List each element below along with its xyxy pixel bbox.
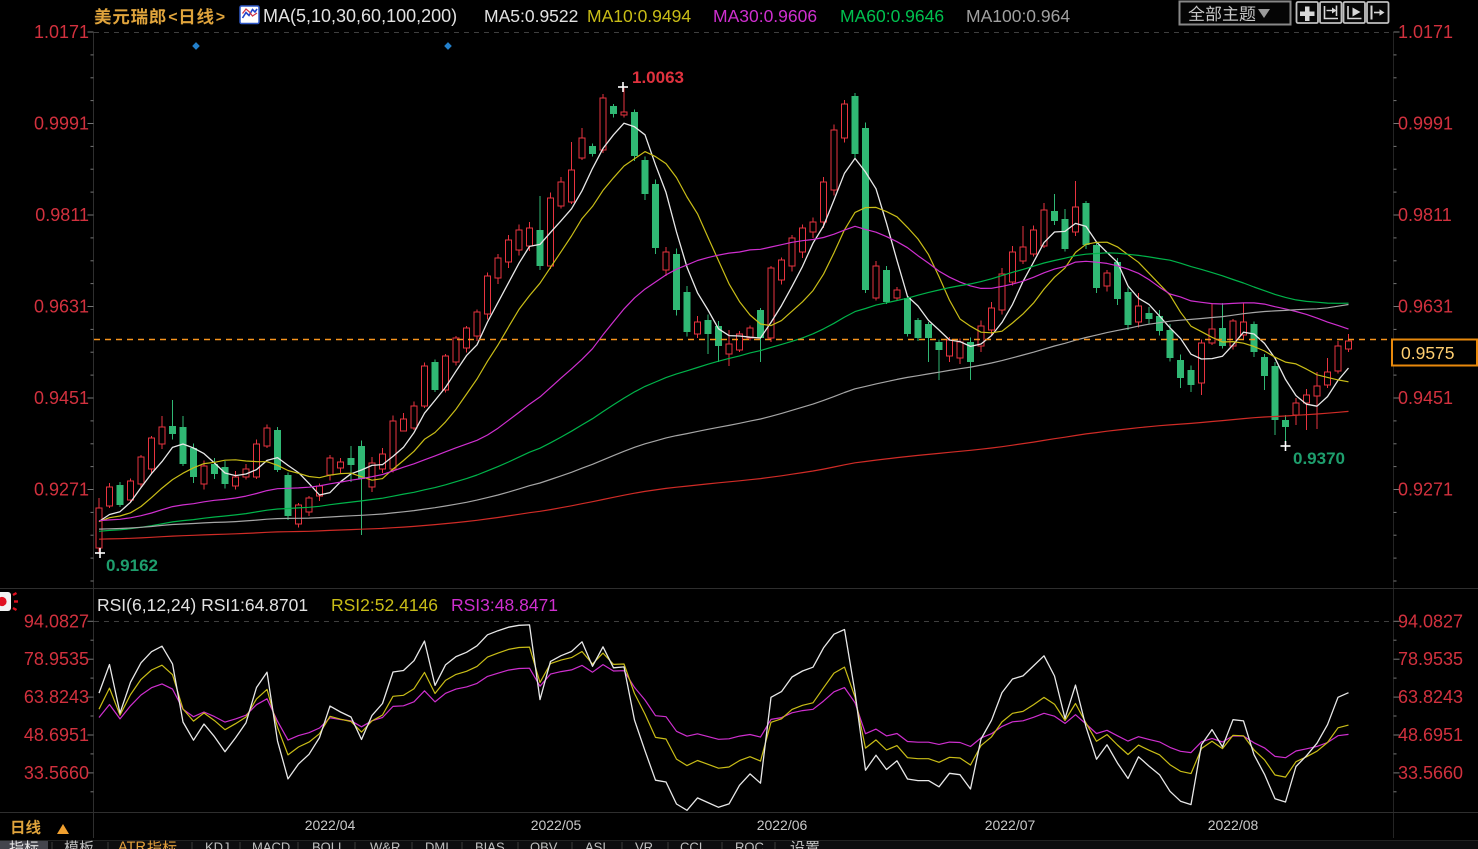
svg-text:MA(5,10,30,60,100,200): MA(5,10,30,60,100,200)	[263, 6, 457, 26]
svg-text:ASI: ASI	[585, 840, 606, 849]
svg-text:94.0827: 94.0827	[24, 611, 89, 631]
svg-text:1.0171: 1.0171	[34, 22, 89, 42]
svg-text:0.9451: 0.9451	[1398, 388, 1453, 408]
svg-text:94.0827: 94.0827	[1398, 611, 1463, 631]
svg-text:CCI: CCI	[680, 840, 702, 849]
svg-text:63.8243: 63.8243	[24, 687, 89, 707]
svg-text:ATR: ATR	[118, 840, 146, 849]
svg-text:MACD: MACD	[252, 840, 290, 849]
svg-text:0.9991: 0.9991	[34, 114, 89, 134]
svg-text:0.9575: 0.9575	[1401, 343, 1455, 363]
svg-text:RSI2:52.4146: RSI2:52.4146	[331, 595, 438, 615]
svg-text:2022/08: 2022/08	[1208, 817, 1259, 833]
svg-text:DMI: DMI	[425, 840, 449, 849]
svg-text:0.9162: 0.9162	[106, 556, 158, 575]
svg-text:>: >	[216, 9, 225, 26]
svg-text:MA60:0.9646: MA60:0.9646	[840, 6, 944, 26]
svg-text:33.5660: 33.5660	[24, 763, 89, 783]
svg-text:<: <	[168, 9, 177, 26]
svg-text:MA10:0.9494: MA10:0.9494	[587, 6, 691, 26]
svg-text:1.0171: 1.0171	[1398, 22, 1453, 42]
svg-text:0.9991: 0.9991	[1398, 114, 1453, 134]
svg-text:VR: VR	[635, 840, 653, 849]
svg-text:ROC: ROC	[735, 840, 764, 849]
svg-text:0.9271: 0.9271	[1398, 480, 1453, 500]
svg-text:0.9811: 0.9811	[1398, 205, 1452, 225]
svg-text:0.9271: 0.9271	[34, 480, 89, 500]
svg-text:0.9631: 0.9631	[1398, 297, 1453, 317]
svg-text:BIAS: BIAS	[475, 840, 505, 849]
svg-text:2022/06: 2022/06	[757, 817, 808, 833]
svg-text:OBV: OBV	[530, 840, 558, 849]
svg-text:63.8243: 63.8243	[1398, 687, 1463, 707]
svg-text:0.9811: 0.9811	[35, 205, 89, 225]
svg-text:BOLL: BOLL	[312, 840, 345, 849]
svg-text:33.5660: 33.5660	[1398, 763, 1463, 783]
svg-text:W&R: W&R	[370, 840, 400, 849]
svg-text:2022/05: 2022/05	[531, 817, 582, 833]
svg-text:0.9631: 0.9631	[34, 297, 89, 317]
svg-text:1.0063: 1.0063	[632, 68, 684, 87]
svg-text:48.6951: 48.6951	[24, 725, 89, 745]
svg-text:0.9370: 0.9370	[1293, 449, 1345, 468]
svg-text:48.6951: 48.6951	[1398, 725, 1463, 745]
svg-text:KDJ: KDJ	[205, 840, 230, 849]
svg-text:MA30:0.9606: MA30:0.9606	[713, 6, 817, 26]
svg-text:0.9451: 0.9451	[34, 388, 89, 408]
svg-text:78.9535: 78.9535	[24, 649, 89, 669]
svg-text:RSI3:48.8471: RSI3:48.8471	[451, 595, 558, 615]
svg-text:78.9535: 78.9535	[1398, 649, 1463, 669]
svg-text:2022/04: 2022/04	[305, 817, 356, 833]
svg-text:RSI(6,12,24) RSI1:64.8701: RSI(6,12,24) RSI1:64.8701	[97, 595, 308, 615]
svg-text:2022/07: 2022/07	[985, 817, 1036, 833]
svg-text:MA100:0.964: MA100:0.964	[966, 6, 1070, 26]
svg-text:MA5:0.9522: MA5:0.9522	[484, 6, 578, 26]
